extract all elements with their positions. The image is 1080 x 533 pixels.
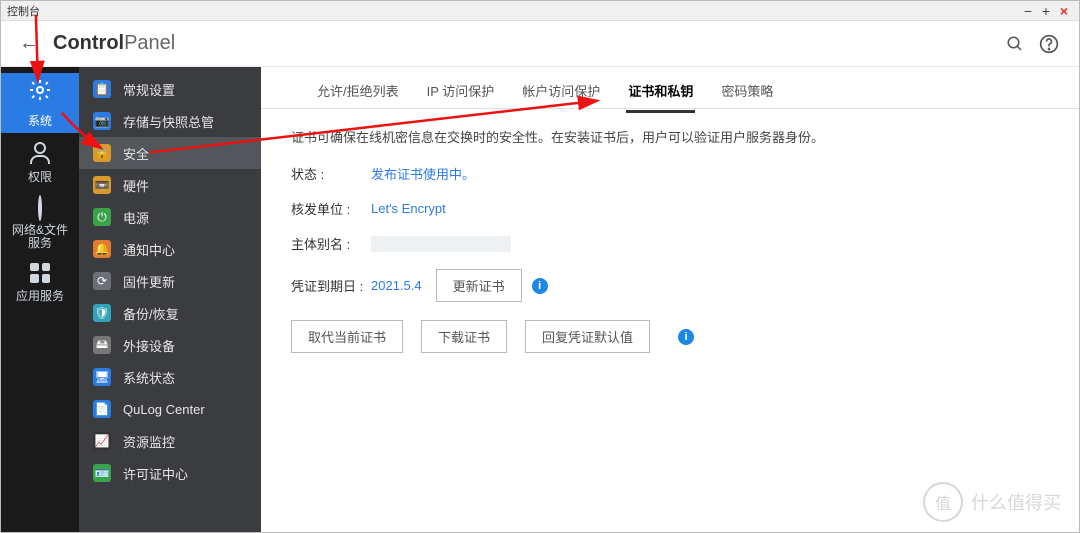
sidebar-item-storage-snapshot[interactable]: 📷 存储与快照总管 (79, 105, 261, 137)
gear-icon (28, 78, 52, 108)
sidebar-item-external-device[interactable]: 🖴 外接设备 (79, 329, 261, 361)
tab-cert-key[interactable]: 证书和私钥 (626, 81, 695, 113)
search-icon[interactable] (1003, 32, 1027, 56)
sidebar-item-backup-restore[interactable]: 🛡 备份/恢复 (79, 297, 261, 329)
sidebar-item-label: 安全 (123, 144, 149, 163)
bell-icon: 🔔 (93, 240, 111, 258)
license-icon: 🪪 (93, 464, 111, 482)
replace-cert-button[interactable]: 取代当前证书 (291, 320, 403, 353)
sidebar-item-label: 许可证中心 (123, 464, 188, 483)
watermark-text: 什么值得买 (971, 489, 1061, 515)
renew-cert-button[interactable]: 更新证书 (436, 269, 522, 302)
primary-nav-label: 网络&文件 服务 (12, 224, 68, 250)
expiry-value: 2021.5.4 (371, 278, 422, 293)
sidebar-item-label: 存储与快照总管 (123, 112, 214, 131)
activity-icon: 📈 (93, 432, 111, 450)
primary-nav-label: 权限 (28, 168, 52, 185)
window-titlebar: 控制台 − + × (1, 1, 1079, 21)
sidebar-item-label: 备份/恢复 (123, 304, 179, 323)
lock-icon: 🔒 (93, 144, 111, 162)
tab-password-policy[interactable]: 密码策略 (719, 81, 775, 110)
sidebar-item-label: 资源监控 (123, 432, 175, 451)
tab-ip-access[interactable]: IP 访问保护 (425, 81, 497, 110)
issuer-value: Let's Encrypt (371, 201, 446, 216)
cert-info-form: 状态 : 发布证书使用中。 核发单位 : Let's Encrypt 主体别名 … (261, 164, 1079, 302)
window-maximize-button[interactable]: + (1037, 4, 1055, 18)
primary-nav-network[interactable]: 网络&文件 服务 (1, 193, 79, 253)
san-label: 主体别名 : (291, 234, 371, 253)
tab-account-access[interactable]: 帐户访问保护 (520, 81, 602, 110)
sidebar-item-hardware[interactable]: 📼 硬件 (79, 169, 261, 201)
monitor-icon: 🖥 (93, 368, 111, 386)
sidebar-item-general[interactable]: 📋 常规设置 (79, 73, 261, 105)
sidebar-item-label: 系统状态 (123, 368, 175, 387)
issuer-label: 核发单位 : (291, 199, 371, 218)
expiry-label: 凭证到期日 : (291, 276, 371, 295)
sidebar-item-label: 外接设备 (123, 336, 175, 355)
backup-icon: 🛡 (93, 304, 111, 322)
san-value-redacted (371, 236, 511, 252)
grid-icon (30, 263, 50, 283)
sidebar-item-label: 电源 (123, 208, 149, 227)
tab-allow-deny[interactable]: 允许/拒绝列表 (315, 81, 401, 110)
sidebar-item-label: 常规设置 (123, 80, 175, 99)
status-value: 发布证书使用中。 (371, 164, 475, 183)
window-title: 控制台 (7, 3, 40, 19)
download-cert-button[interactable]: 下载证书 (421, 320, 507, 353)
info-icon[interactable]: i (532, 278, 548, 294)
back-button[interactable]: ← (19, 32, 39, 55)
device-icon: 🖴 (93, 336, 111, 354)
restore-default-cert-button[interactable]: 回复凭证默认值 (525, 320, 650, 353)
sidebar-item-license[interactable]: 🪪 许可证中心 (79, 457, 261, 489)
content-panel: 允许/拒绝列表 IP 访问保护 帐户访问保护 证书和私钥 密码策略 证书可确保在… (261, 67, 1079, 532)
watermark: 值 什么值得买 (923, 482, 1061, 522)
status-label: 状态 : (291, 164, 371, 183)
sidebar-item-system-status[interactable]: 🖥 系统状态 (79, 361, 261, 393)
info-icon[interactable]: i (678, 329, 694, 345)
chip-icon: 📼 (93, 176, 111, 194)
help-icon[interactable] (1037, 32, 1061, 56)
page-title: ControlPanel (53, 32, 175, 55)
clipboard-icon: 📋 (93, 80, 111, 98)
sidebar-item-notification[interactable]: 🔔 通知中心 (79, 233, 261, 265)
primary-nav-system[interactable]: 系统 (1, 73, 79, 133)
sidebar-item-label: 通知中心 (123, 240, 175, 259)
primary-nav-label: 应用服务 (16, 287, 64, 304)
sidebar-item-security[interactable]: 🔒 安全 (79, 137, 261, 169)
update-icon: ⟳ (93, 272, 111, 290)
primary-nav: 系统 权限 网络&文件 服务 应用服务 (1, 67, 79, 532)
person-icon (30, 142, 50, 164)
power-icon: ⏻ (93, 208, 111, 226)
primary-nav-privileges[interactable]: 权限 (1, 133, 79, 193)
primary-nav-label: 系统 (28, 112, 52, 129)
sidebar-item-label: 固件更新 (123, 272, 175, 291)
sidebar-item-label: QuLog Center (123, 402, 205, 417)
log-icon: 📄 (93, 400, 111, 418)
primary-nav-apps[interactable]: 应用服务 (1, 253, 79, 313)
sidebar-item-power[interactable]: ⏻ 电源 (79, 201, 261, 233)
secondary-nav: 📋 常规设置 📷 存储与快照总管 🔒 安全 📼 硬件 ⏻ 电源 🔔 通知中 (79, 67, 261, 532)
sidebar-item-firmware[interactable]: ⟳ 固件更新 (79, 265, 261, 297)
sidebar-item-resource-monitor[interactable]: 📈 资源监控 (79, 425, 261, 457)
window-minimize-button[interactable]: − (1019, 4, 1037, 18)
section-description: 证书可确保在线机密信息在交换时的安全性。在安装证书后，用户可以验证用户服务器身份… (261, 109, 1079, 164)
sidebar-item-qulog[interactable]: 📄 QuLog Center (79, 393, 261, 425)
watermark-badge: 值 (923, 482, 963, 522)
globe-icon (38, 197, 42, 220)
app-header: ← ControlPanel (1, 21, 1079, 67)
tabs-bar: 允许/拒绝列表 IP 访问保护 帐户访问保护 证书和私钥 密码策略 (261, 67, 1079, 109)
sidebar-item-label: 硬件 (123, 176, 149, 195)
window-close-button[interactable]: × (1055, 4, 1073, 18)
camera-icon: 📷 (93, 112, 111, 130)
